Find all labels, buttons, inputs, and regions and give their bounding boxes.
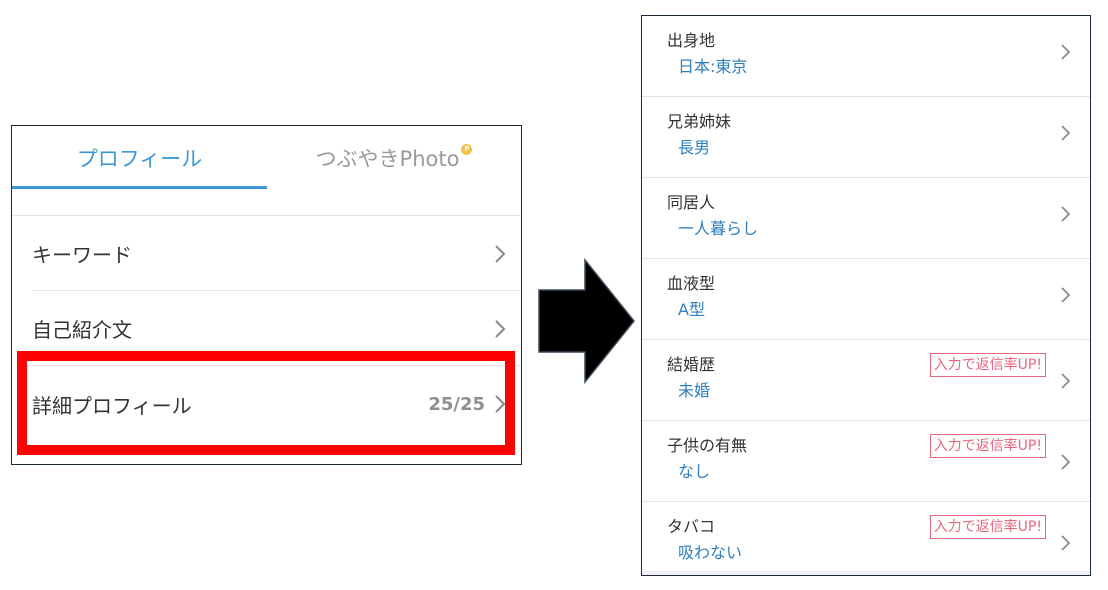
tab-profile-label: プロフィール [76,147,203,171]
tab-profile[interactable]: プロフィール [12,126,267,190]
detail-row-label: 血液型 [667,274,716,293]
chevron-right-icon [495,244,506,263]
menu-item-self-intro[interactable]: 自己紹介文 [32,292,521,366]
chevron-right-icon [1061,206,1071,222]
chevron-right-icon [1061,125,1071,141]
reply-rate-badge: 入力で返信率UP! [929,353,1046,377]
tab-bar: プロフィール つぶやきPhoto P [12,126,521,190]
tab-tsubuyaki-photo[interactable]: つぶやきPhoto P [267,126,521,190]
reply-rate-badge: 入力で返信率UP! [929,515,1046,539]
tab-photo-label: つぶやきPhoto [315,147,460,171]
section-spacer [12,190,521,216]
chevron-right-icon [495,395,506,413]
detail-row-label: 出身地 [667,31,716,50]
detail-row-siblings[interactable]: 兄弟姉妹 長男 [642,97,1090,178]
active-tab-indicator [12,186,267,189]
detail-profile-count: 25/25 [428,393,485,415]
detail-profile-panel: 出身地 日本:東京 兄弟姉妹 長男 同居人 一人暮らし 血液型 A型 結婚歴 入… [641,15,1091,576]
bottom-strip [642,571,1090,575]
detail-row-label: 兄弟姉妹 [667,112,732,131]
detail-row-label: 子供の有無 [667,436,748,455]
detail-row-value: A型 [678,300,705,319]
detail-row-value: 日本:東京 [678,57,748,76]
detail-row-hometown[interactable]: 出身地 日本:東京 [642,16,1090,97]
arrow-right-icon [538,258,635,384]
chevron-right-icon [1061,44,1071,60]
chevron-right-icon [495,319,506,338]
detail-row-marriage-history[interactable]: 結婚歴 入力で返信率UP! 未婚 [642,340,1090,421]
coin-icon: P [461,143,473,155]
menu-item-keyword-label: キーワード [32,243,132,267]
detail-row-label: 結婚歴 [667,355,716,374]
detail-row-value: 未婚 [678,381,711,400]
reply-rate-badge: 入力で返信率UP! [929,434,1046,458]
menu-item-self-intro-label: 自己紹介文 [32,318,132,342]
detail-row-blood-type[interactable]: 血液型 A型 [642,259,1090,340]
detail-row-label: タバコ [667,517,716,536]
detail-row-housemate[interactable]: 同居人 一人暮らし [642,178,1090,259]
detail-row-value: 長男 [678,138,711,157]
menu-item-keyword[interactable]: キーワード [32,217,521,291]
chevron-right-icon [1061,454,1071,470]
chevron-right-icon [1061,373,1071,389]
chevron-right-icon [1061,535,1071,551]
menu-item-detail-profile-label: 詳細プロフィール [32,393,192,418]
profile-menu-panel: プロフィール つぶやきPhoto P キーワード 自己紹介文 詳細プロフィール 2… [11,125,522,465]
detail-row-label: 同居人 [667,193,716,212]
detail-row-value: 吸わない [678,543,743,562]
detail-row-value: なし [678,462,711,481]
chevron-right-icon [1061,287,1071,303]
detail-row-children[interactable]: 子供の有無 入力で返信率UP! なし [642,421,1090,502]
detail-row-value: 一人暮らし [678,219,759,238]
menu-item-detail-profile[interactable]: 詳細プロフィール 25/25 [32,367,521,441]
detail-row-tobacco[interactable]: タバコ 入力で返信率UP! 吸わない [642,502,1090,575]
